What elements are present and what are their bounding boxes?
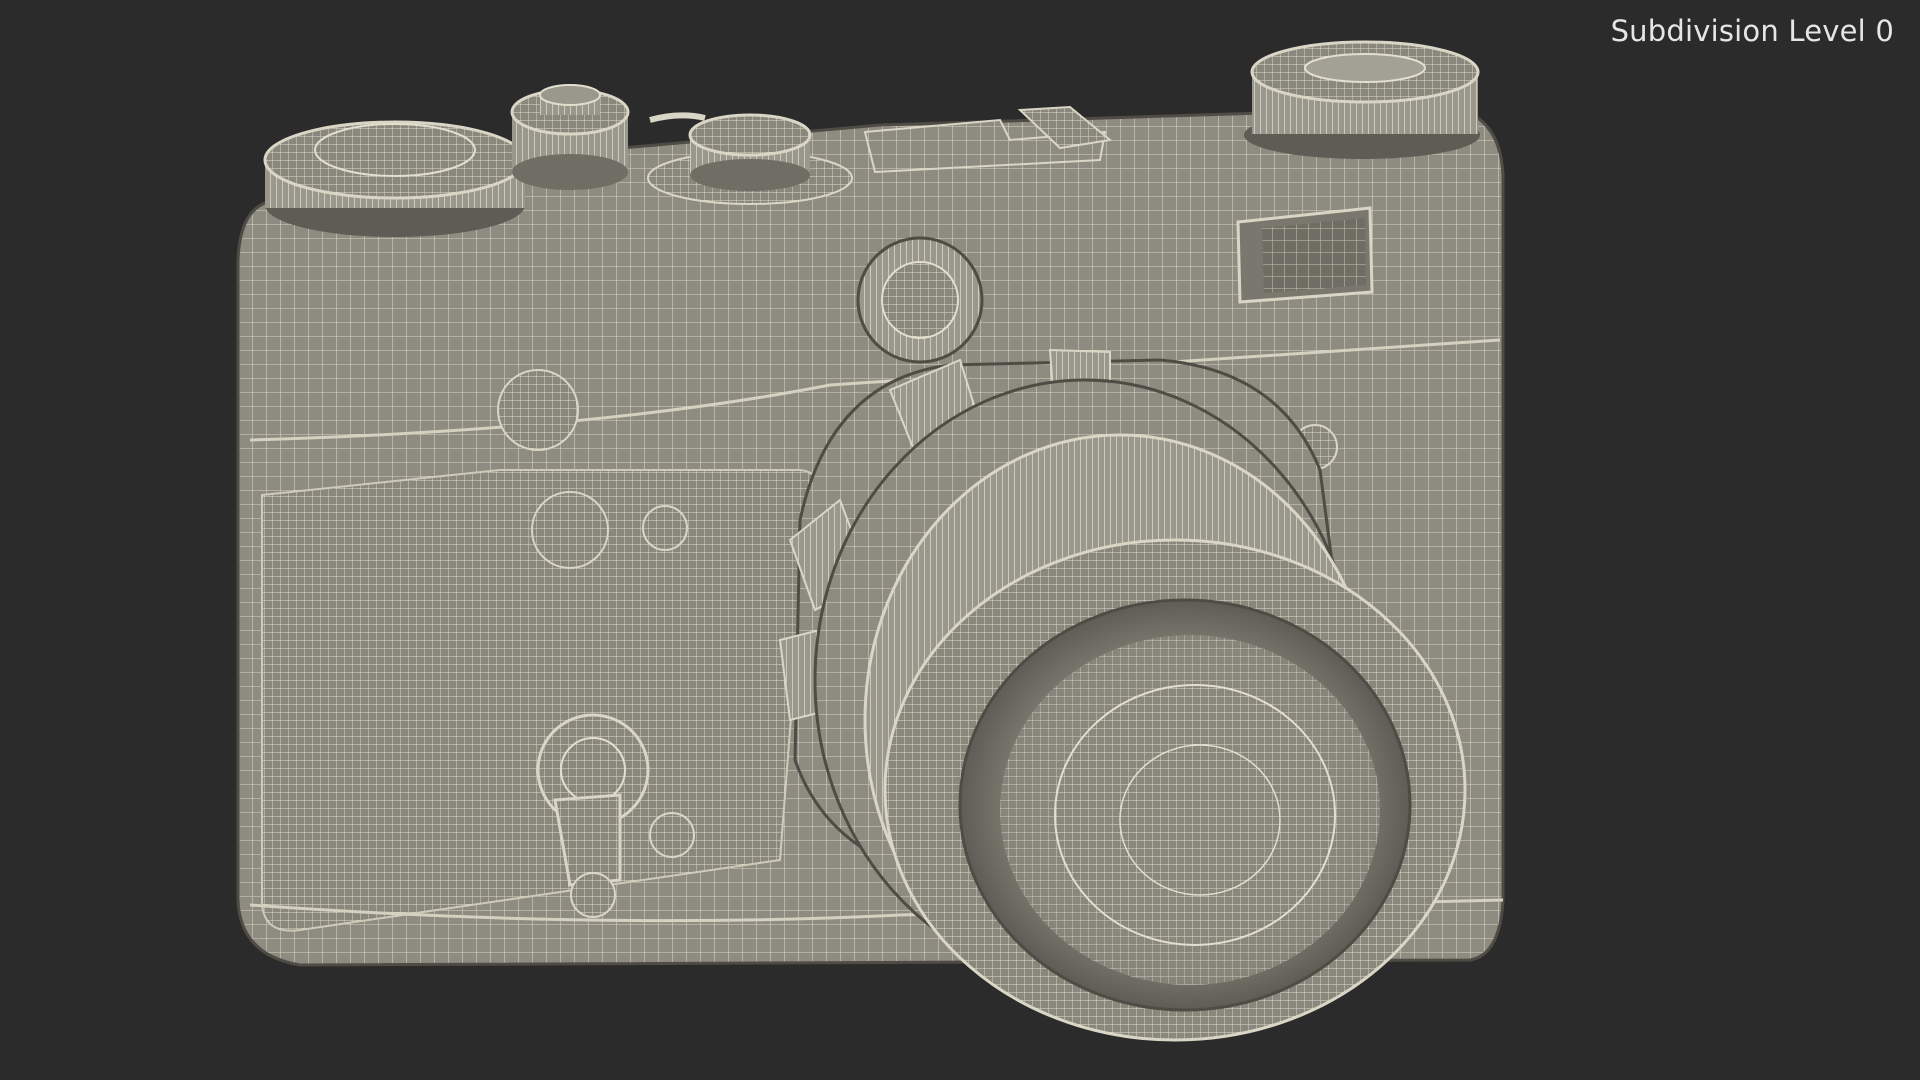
rangefinder-knob [856, 236, 984, 364]
shutter-speed-dial [647, 112, 853, 205]
render-viewport: Subdivision Level 0 [0, 0, 1920, 1080]
viewfinder-window [1236, 206, 1374, 304]
rewind-knob [263, 120, 527, 237]
film-counter-dial [510, 84, 630, 190]
camera-wireframe-render [236, 40, 1505, 1042]
wind-knob [1244, 40, 1480, 159]
subdivision-level-label: Subdivision Level 0 [1610, 14, 1894, 48]
accessory-shoe [863, 105, 1113, 174]
